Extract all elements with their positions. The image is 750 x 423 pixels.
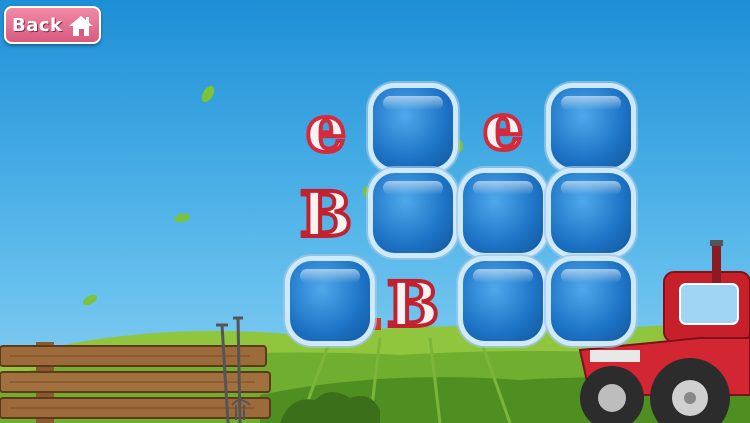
card-back [290,261,370,341]
home-icon [69,16,93,36]
memory-card-revealed[interactable]: e [460,85,546,171]
card-letter: e [481,90,526,165]
card-letter: B [298,178,354,251]
card-back [551,261,631,341]
memory-card-hidden[interactable] [460,258,546,344]
memory-card-hidden[interactable] [548,258,634,344]
memory-card-revealed[interactable]: B [370,262,456,348]
card-back [463,261,543,341]
card-back [551,88,631,168]
back-label: Back [12,14,63,36]
memory-card-revealed[interactable]: B [283,172,369,258]
memory-card-hidden[interactable] [370,170,456,256]
card-back [373,173,453,253]
back-button[interactable]: Back [4,6,101,44]
memory-card-hidden[interactable] [287,258,373,344]
wooden-fence [0,342,271,423]
memory-card-hidden[interactable] [548,85,634,171]
card-letter: B [385,268,441,341]
card-back [373,88,453,168]
game-scene: Back eeBB [0,0,750,423]
card-back [551,173,631,253]
memory-card-hidden[interactable] [370,85,456,171]
memory-card-hidden[interactable] [548,170,634,256]
memory-card-hidden[interactable] [460,170,546,256]
card-back [463,173,543,253]
memory-card-revealed[interactable]: e [283,87,369,173]
card-letter: e [304,92,349,167]
